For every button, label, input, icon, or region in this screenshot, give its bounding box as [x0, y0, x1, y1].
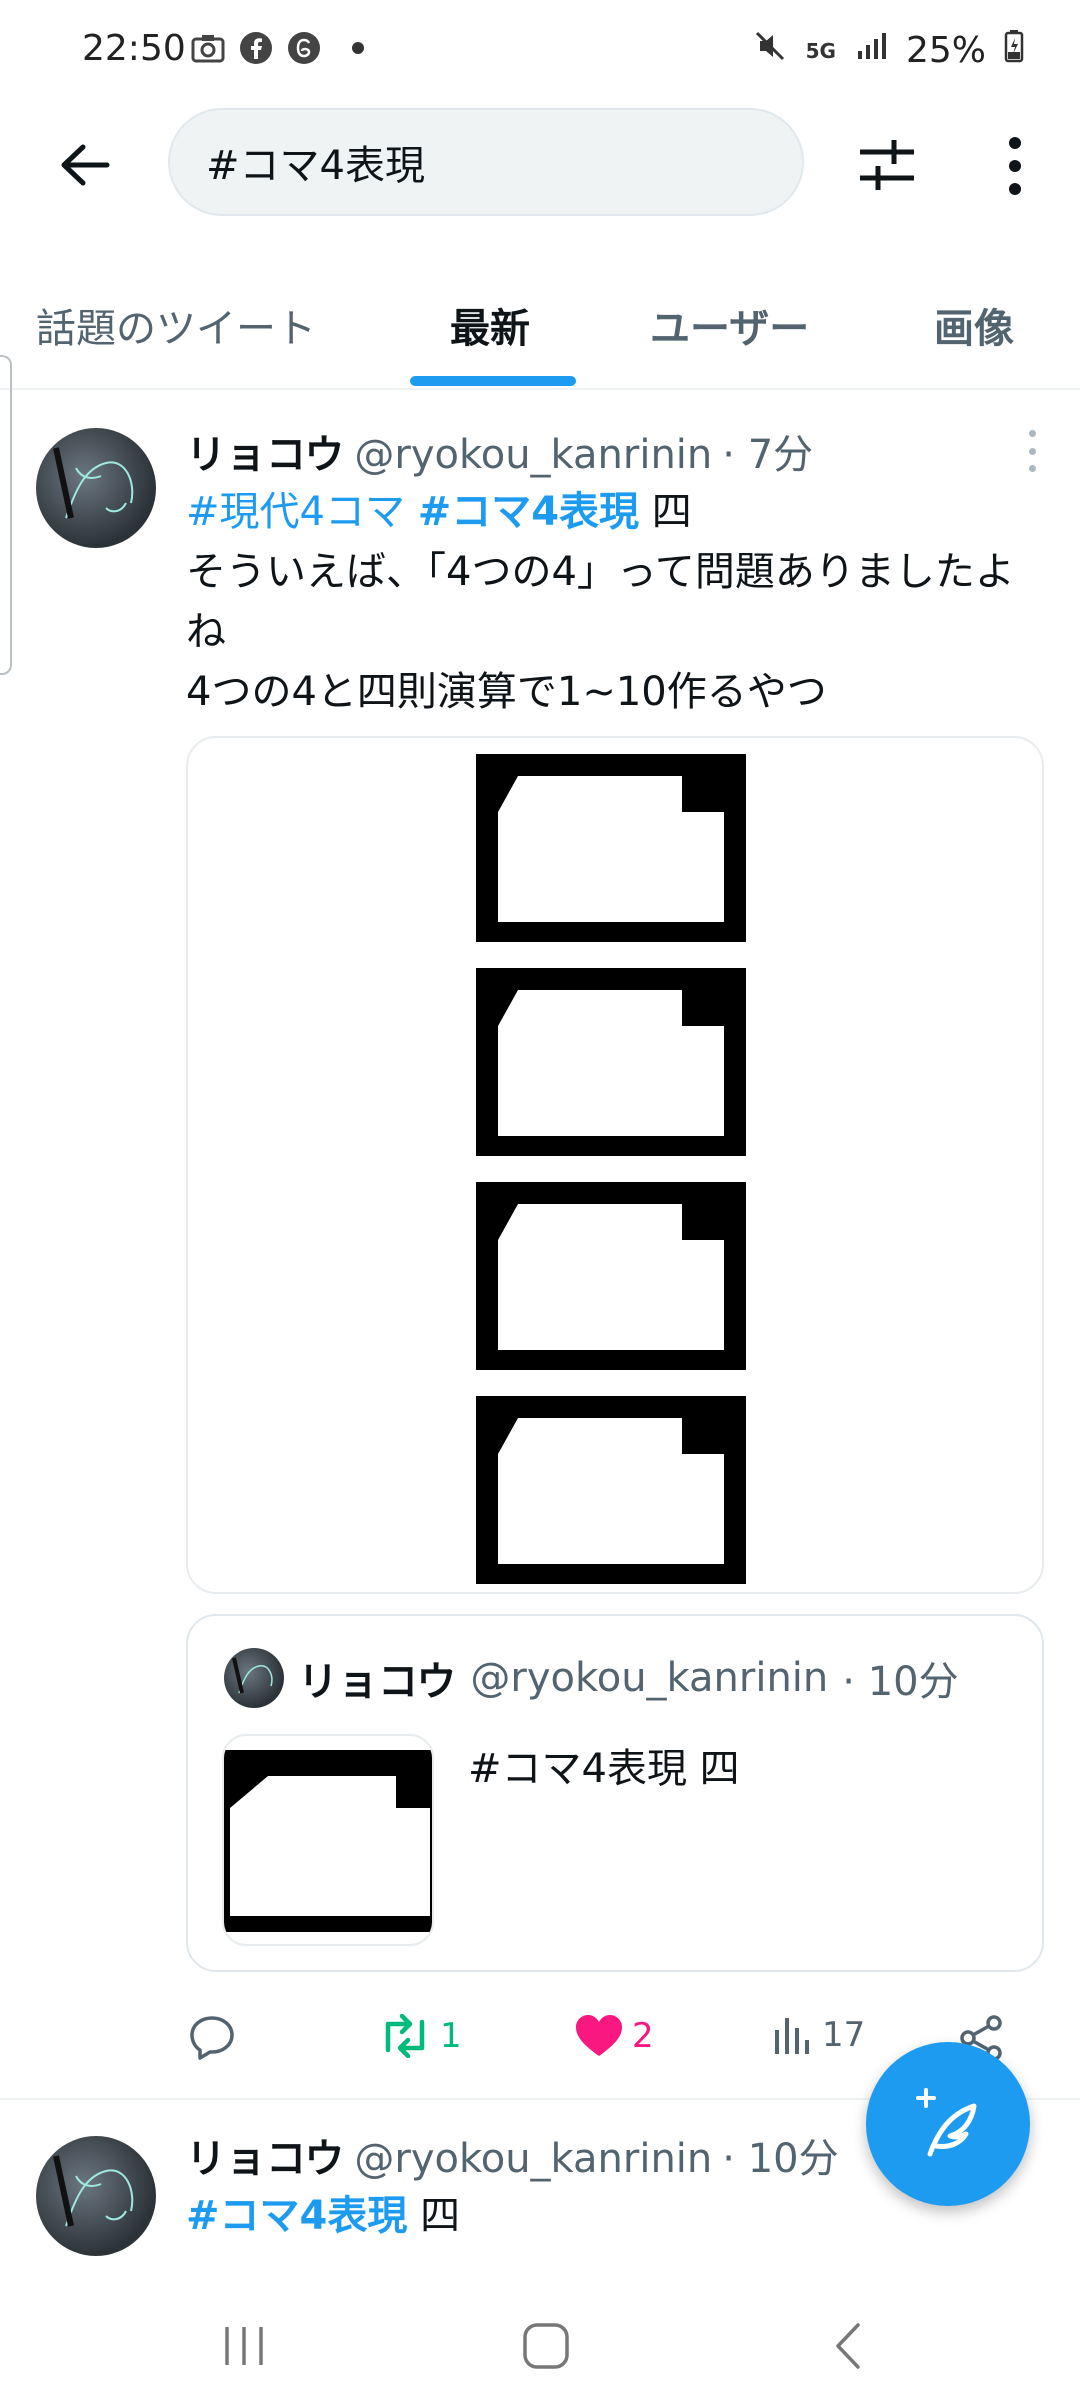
recent-apps-icon: [225, 2327, 263, 2365]
search-input-value: #コマ4表現: [206, 143, 425, 189]
tweet-header: リョコウ @ryokou_kanrinin · 7分: [186, 422, 813, 480]
quoted-tweet-text: #コマ4表現 四: [468, 1746, 740, 1792]
comic-panel-image: [476, 1396, 746, 1584]
system-nav-bar: [0, 2290, 1080, 2400]
tab-media[interactable]: 画像: [934, 296, 1014, 354]
back-button[interactable]: [50, 130, 120, 200]
more-options-button[interactable]: [980, 126, 1050, 206]
home-icon: [523, 2323, 569, 2369]
back-arrow-icon: [61, 144, 110, 186]
tweet-hashtags-line: #現代4コマ #コマ4表現 四: [186, 482, 1046, 542]
reply-icon: [190, 2016, 234, 2060]
tweet-suffix: 四: [420, 2193, 461, 2239]
recent-apps-button[interactable]: [204, 2314, 284, 2378]
active-tab-indicator: [410, 376, 576, 386]
search-header: #コマ4表現: [0, 100, 1080, 230]
comic-panel-image: [476, 1182, 746, 1370]
status-time: 22:50: [82, 28, 186, 69]
tab-top[interactable]: 話題のツイート: [36, 296, 316, 354]
retweet-count: 1: [440, 2016, 462, 2056]
camera-icon: [190, 30, 226, 66]
avatar[interactable]: [36, 2136, 156, 2256]
compose-tweet-button[interactable]: [866, 2042, 1030, 2206]
threads-icon: [286, 30, 322, 66]
avatar: [224, 1648, 284, 1708]
status-bar: 22:50 5G 25%: [0, 0, 1080, 100]
hashtag-link[interactable]: #コマ4表現: [418, 489, 639, 535]
quoted-tweet-thumbnail: [222, 1734, 434, 1946]
comic-panel-image: [476, 754, 746, 942]
mute-icon: [752, 28, 788, 73]
quoted-user-handle: @ryokou_kanrinin: [470, 1655, 829, 1701]
tweet-header: リョコウ @ryokou_kanrinin · 10分: [186, 2126, 839, 2184]
tweet-line: 4つの4と四則演算で1~10作るやつ: [186, 669, 827, 715]
tweet-more-button[interactable]: [1012, 426, 1052, 476]
filter-icon: [860, 140, 914, 190]
hashtag-link[interactable]: #コマ4表現: [186, 2193, 407, 2239]
more-dot: [1028, 430, 1036, 437]
hashtag-link[interactable]: #現代4コマ: [186, 489, 405, 535]
tweet-media-image[interactable]: [186, 736, 1044, 1594]
tweet-suffix: 四: [651, 489, 692, 535]
heart-icon: [576, 2015, 622, 2056]
back-chevron-icon: [836, 2323, 860, 2369]
quoted-tweet-header: リョコウ @ryokou_kanrinin · 10分: [224, 1648, 959, 1708]
display-name[interactable]: リョコウ: [186, 2126, 344, 2184]
tweet-line: そういえば、「4つの4」って問題ありましたよね: [186, 549, 1015, 655]
more-dot: [1028, 465, 1036, 472]
home-button[interactable]: [506, 2314, 586, 2378]
quoted-tweet[interactable]: リョコウ @ryokou_kanrinin · 10分 #コマ4表現 四: [186, 1614, 1044, 1972]
reply-button[interactable]: [188, 2014, 238, 2060]
facebook-icon: [238, 30, 274, 66]
quoted-display-name: リョコウ: [298, 1659, 457, 1705]
avatar[interactable]: [36, 428, 156, 548]
tab-latest[interactable]: 最新: [450, 296, 530, 354]
tweet-text: #現代4コマ #コマ4表現 四 そういえば、「4つの4」って問題ありましたよね …: [186, 482, 1046, 722]
more-vertical-icon: [1009, 137, 1021, 195]
compose-feather-icon: [916, 2088, 977, 2157]
user-handle[interactable]: @ryokou_kanrinin: [354, 2136, 712, 2182]
battery-percent: 25%: [905, 30, 986, 71]
display-name[interactable]: リョコウ: [186, 422, 344, 480]
status-left-icons: [190, 30, 364, 66]
like-count: 2: [632, 2016, 654, 2056]
tweet-time: · 10分: [722, 2136, 839, 2182]
quoted-tweet-time: · 10分: [842, 1659, 959, 1705]
more-dot: [1028, 447, 1036, 455]
retweet-button[interactable]: 1: [378, 2014, 462, 2058]
tab-people[interactable]: ユーザー: [650, 296, 809, 354]
tweet-item[interactable]: リョコウ @ryokou_kanrinin · 7分 #現代4コマ #コマ4表現…: [0, 392, 1080, 2100]
views-count: 17: [822, 2015, 866, 2055]
like-button[interactable]: 2: [574, 2014, 654, 2058]
signal-icon: [854, 29, 888, 72]
tweet-time: · 7分: [722, 432, 814, 478]
views-chart-icon: [775, 2018, 809, 2054]
battery-icon: [1004, 29, 1024, 72]
notification-dot-icon: [352, 42, 364, 54]
search-tabs: 話題のツイート 最新 ユーザー 画像: [0, 260, 1080, 390]
comic-panel-image: [476, 968, 746, 1156]
status-right: 5G 25%: [752, 28, 1024, 73]
back-nav-button[interactable]: [808, 2314, 888, 2378]
user-handle[interactable]: @ryokou_kanrinin: [354, 432, 712, 478]
views-button[interactable]: 17: [772, 2014, 865, 2056]
search-input[interactable]: #コマ4表現: [168, 108, 804, 216]
network-5g-label: 5G: [805, 38, 836, 63]
retweet-icon: [385, 2014, 425, 2058]
filter-button[interactable]: [852, 130, 922, 200]
